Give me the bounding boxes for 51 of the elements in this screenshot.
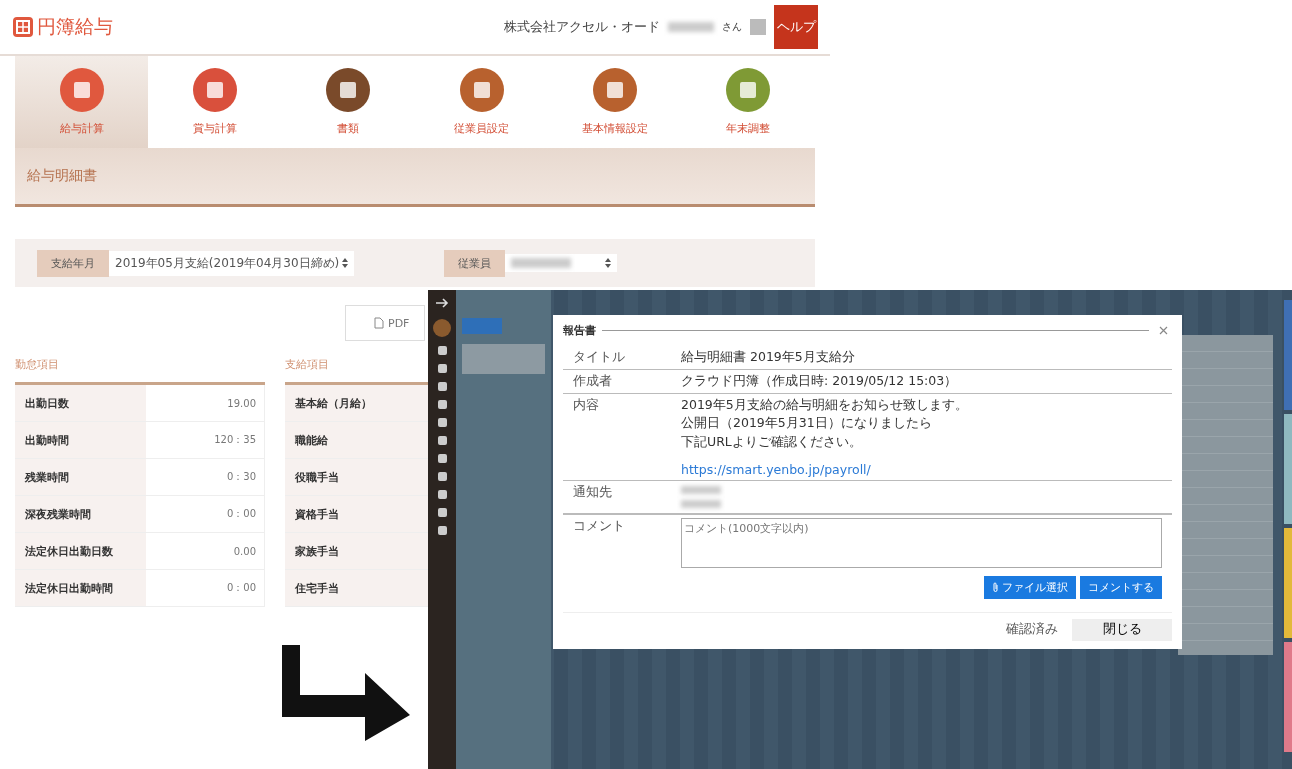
table-cell: 深夜残業時間 — [15, 496, 146, 532]
field-value: 2019年5月支給の給与明細をお知らせ致します。 — [681, 397, 969, 414]
confirmed-label: 確認済み — [1006, 621, 1058, 639]
filter-label: 支給年月 — [37, 249, 109, 277]
page-title: 給与明細書 — [27, 167, 97, 185]
field-label: 通知先 — [573, 483, 613, 501]
field-label: 内容 — [573, 397, 600, 414]
sort-arrows-icon — [605, 258, 612, 268]
redacted-name — [681, 485, 721, 494]
field-label: タイトル — [573, 349, 626, 366]
nav-tab[interactable]: 給与計算 — [15, 56, 149, 148]
table-cell-text: 19.00 — [226, 396, 257, 411]
redacted-name — [681, 499, 721, 508]
help-button[interactable]: ヘルプ — [774, 5, 818, 49]
field-value: 給与明細書 2019年5月支給分 — [681, 349, 856, 366]
app-logo-text: 円簿給与 — [37, 14, 113, 39]
avatar-icon[interactable] — [433, 319, 451, 337]
comment-button[interactable]: コメントする — [1080, 575, 1162, 599]
pdf-button[interactable]: PDF — [345, 305, 425, 341]
logo-icon — [12, 16, 34, 38]
table-cell-text: 120：35 — [213, 433, 257, 447]
field-value: 下記URLよりご確認ください。 — [681, 433, 863, 450]
paperclip-icon — [992, 582, 999, 593]
field-label: 作成者 — [573, 373, 613, 390]
filter-label: 従業員 — [444, 249, 506, 277]
table-cell: 法定休日出勤時間 — [15, 570, 146, 606]
dialog-title: 報告書 — [563, 323, 596, 338]
table-cell-text: 0：00 — [225, 581, 257, 595]
arrow-right-icon[interactable] — [435, 296, 449, 310]
table-cell-text: 0：30 — [225, 470, 257, 484]
table-cell: 出勤日数 — [15, 385, 146, 421]
select-field[interactable] — [505, 254, 618, 272]
field-label: コメント — [573, 517, 626, 535]
field-value: クラウド円簿（作成日時: 2019/05/12 15:03） — [681, 373, 959, 390]
user-suffix: さん — [722, 20, 742, 34]
redacted-name — [668, 22, 714, 32]
close-button[interactable]: 閉じる — [1072, 618, 1172, 641]
file-select-button[interactable]: ファイル選択 — [984, 575, 1076, 599]
field-value: 公開日（2019年5月31日）になりましたら — [681, 415, 933, 432]
arrow-icon — [280, 645, 412, 743]
company-name: 株式会社アクセル・オード — [504, 18, 660, 36]
select-field[interactable]: 2019年05月支給(2019年04月30日締め) — [109, 250, 355, 276]
sort-arrows-icon — [342, 258, 349, 268]
url-link[interactable]: https://smart.yenbo.jp/payroll/ — [681, 461, 1162, 477]
comment-field[interactable]: コメント(1000文字以内) — [681, 517, 1162, 568]
table-cell-text: 0.00 — [232, 544, 257, 559]
document-icon — [374, 317, 384, 329]
table-cell: 残業時間 — [15, 459, 146, 495]
table-cell-text: 0：00 — [225, 507, 257, 521]
table-cell: 法定休日出勤日数 — [15, 533, 146, 569]
table-cell: 出勤時間 — [15, 422, 146, 458]
